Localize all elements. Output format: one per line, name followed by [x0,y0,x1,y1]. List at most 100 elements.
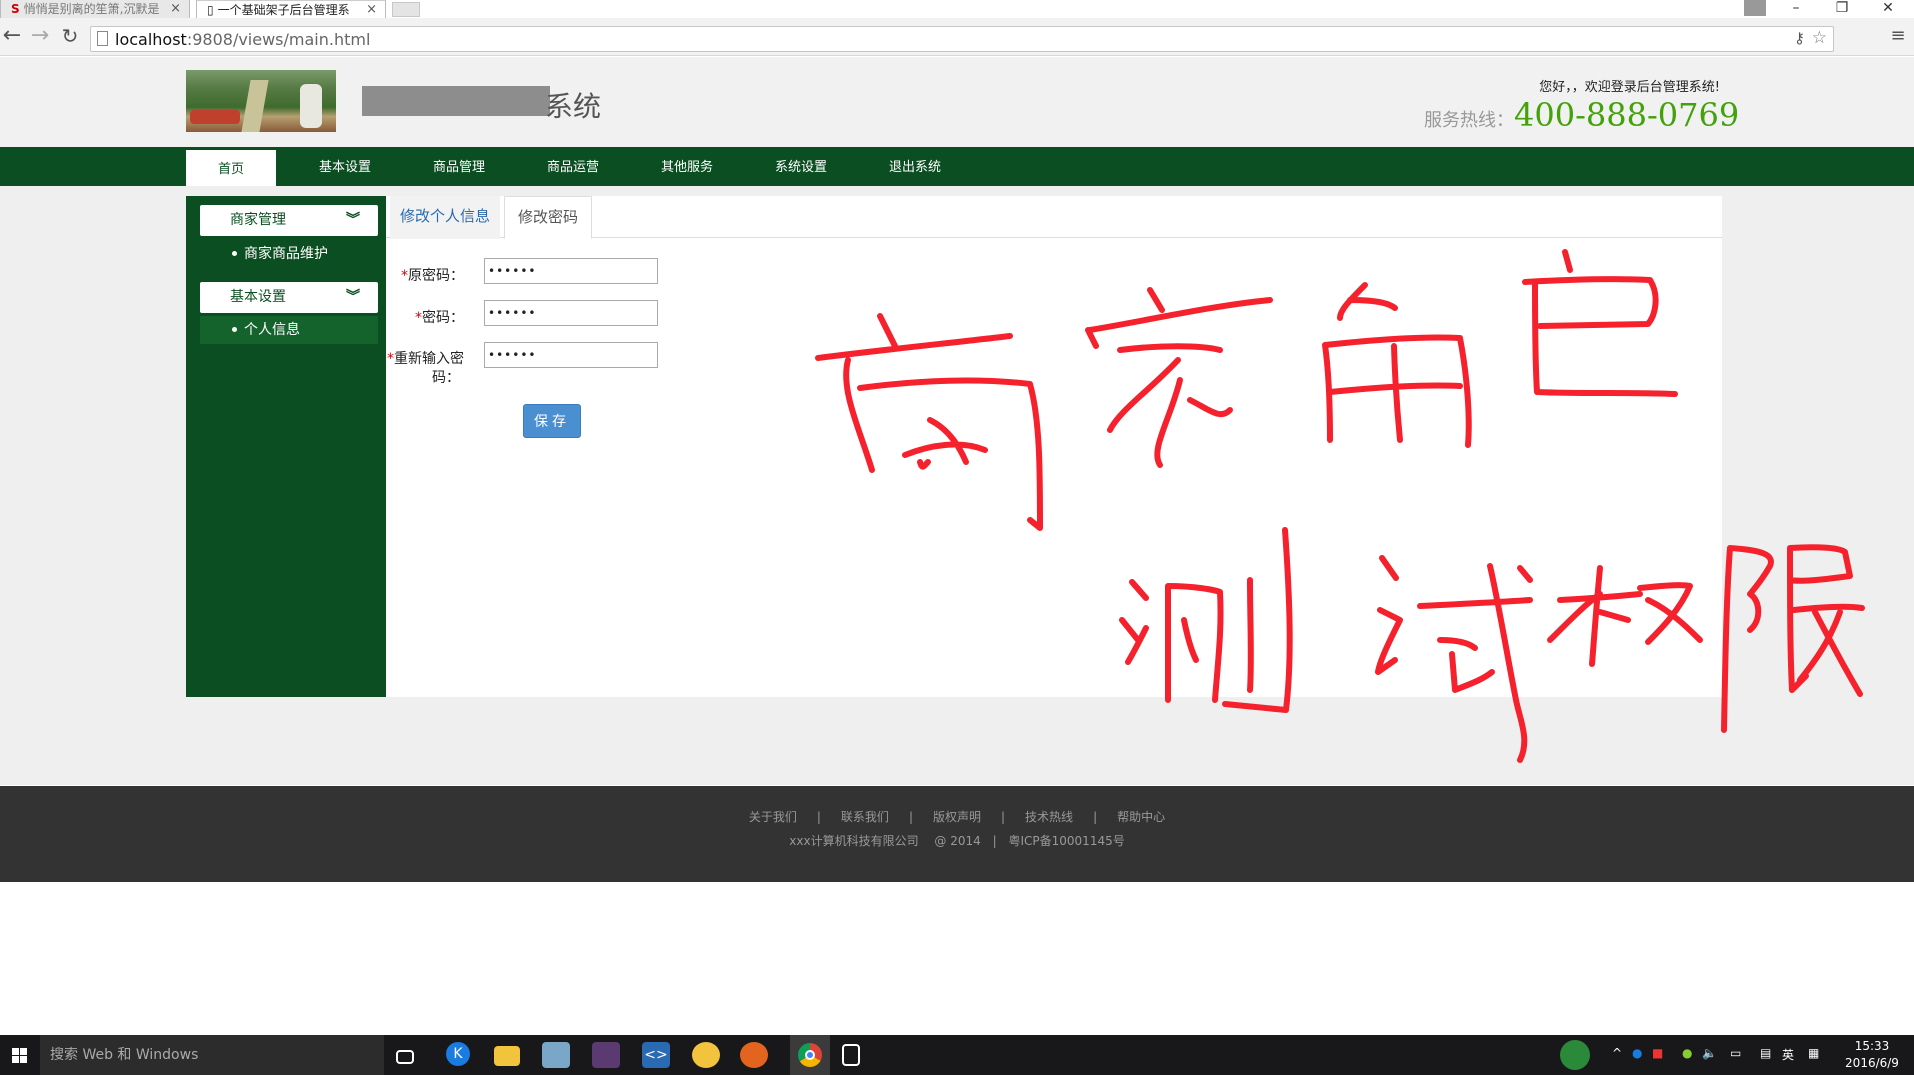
site-title: 系统 [545,90,602,123]
required-mark: * [401,268,408,284]
nav-item-logout[interactable]: 退出系统 [870,150,960,186]
page-icon: ▯ [207,3,214,17]
task-view-icon[interactable] [396,1050,414,1064]
confirm-password-label: *重新输入密 码： [374,350,464,388]
tray-expand-icon[interactable]: ^ [1612,1046,1622,1060]
url-host: localhost [115,30,187,49]
new-password-label: *密码： [374,307,464,327]
nav-item-product-management[interactable]: 商品管理 [414,150,504,186]
k-app-icon[interactable]: K [446,1042,470,1066]
sidebar-group-merchant[interactable]: 商家管理 ︾ [200,205,378,236]
bullet-icon [232,327,237,332]
separator: | [1001,810,1006,824]
browser-tab-2[interactable]: ▯ 一个基础架子后台管理系 × [196,0,386,18]
key-icon[interactable]: ⚷ [1794,29,1805,47]
page-icon [97,31,108,46]
windows-logo-icon [12,1048,27,1063]
user-profile-icon[interactable] [1744,0,1766,16]
welcome-text: 您好，，欢迎登录后台管理系统! [1539,80,1720,95]
chrome-icon[interactable] [790,1035,830,1075]
code-editor-icon[interactable]: <> [642,1042,670,1068]
save-button[interactable]: 保存 [523,404,581,438]
notepad-icon[interactable] [542,1042,570,1068]
new-password-field[interactable]: •••••• [484,300,658,326]
nav-item-basic-settings[interactable]: 基本设置 [300,150,390,186]
nav-item-home[interactable]: 首页 [186,150,276,186]
tray-green-icon[interactable]: ● [1682,1046,1692,1060]
sidebar-item-label: 商家商品维护 [244,246,328,262]
firefox-icon[interactable] [740,1042,768,1068]
label-text: 码： [432,370,460,386]
confirm-password-field[interactable]: •••••• [484,342,658,368]
bullet-icon [232,251,237,256]
redacted-title-block [362,86,550,116]
file-explorer-icon[interactable] [494,1046,520,1066]
tray-clock[interactable]: 15:33 2016/6/9 [1836,1038,1908,1072]
double-chevron-down-icon: ︾ [346,289,360,305]
close-icon[interactable]: × [366,1,377,18]
footer-link-contact[interactable]: 联系我们 [841,810,889,824]
notification-icon[interactable]: ▤ [1760,1046,1771,1060]
footer-link-copyright[interactable]: 版权声明 [933,810,981,824]
site-favicon-icon: S [11,2,20,16]
footer-link-help[interactable]: 帮助中心 [1117,810,1165,824]
footer-links: 关于我们 | 联系我们 | 版权声明 | 技术热线 | 帮助中心 [0,808,1914,825]
footer-link-hotline[interactable]: 技术热线 [1025,810,1073,824]
url-text: localhost:9808/views/main.html [115,30,370,49]
browser-tab-title: 一个基础架子后台管理系 [217,3,350,17]
monitor-app-icon[interactable] [1560,1040,1590,1070]
nav-item-other-services[interactable]: 其他服务 [642,150,732,186]
icp-number: 粤ICP备10001145号 [1008,834,1125,848]
network-icon[interactable]: ▭ [1730,1046,1741,1060]
old-password-field[interactable]: •••••• [484,258,658,284]
sidebar: 商家管理 ︾ 商家商品维护 基本设置 ︾ 个人信息 [186,196,386,697]
address-bar[interactable]: localhost:9808/views/main.html ⚷ ☆ [90,26,1834,52]
sidebar-item-personal-info[interactable]: 个人信息 [200,316,378,344]
bookmark-star-icon[interactable]: ☆ [1812,28,1827,48]
separator: | [908,810,913,824]
label-text: 重新输入密 [394,351,464,367]
tray-app-icon[interactable]: ■ [1652,1046,1663,1060]
forward-arrow-icon[interactable]: → [28,22,52,50]
tab-edit-profile[interactable]: 修改个人信息 [390,196,500,239]
ime-indicator[interactable]: 英 [1782,1046,1794,1063]
footer-link-about[interactable]: 关于我们 [749,810,797,824]
label-text: 原密码： [408,268,464,284]
hotline-label: 服务热线： [1424,110,1514,131]
separator: | [816,810,821,824]
nav-item-product-operations[interactable]: 商品运营 [528,150,618,186]
sidebar-item-label: 个人信息 [244,322,300,338]
reload-icon[interactable]: ↻ [58,22,82,50]
calculator-icon[interactable] [842,1044,860,1066]
game-app-icon[interactable] [592,1042,620,1068]
new-tab-button[interactable] [392,2,420,17]
browser-tab-1[interactable]: S 悄悄是别离的笙箫,沉默是 × [0,0,190,18]
double-chevron-down-icon: ︾ [346,212,360,228]
back-arrow-icon[interactable]: ← [0,22,24,50]
clock-time: 15:33 [1854,1039,1890,1053]
start-button[interactable] [0,1035,40,1075]
taskbar-search[interactable]: 搜索 Web 和 Windows [40,1035,384,1075]
url-path: :9808/views/main.html [186,30,371,49]
tab-change-password[interactable]: 修改密码 [504,196,592,239]
sidebar-group-basic-settings[interactable]: 基本设置 ︾ [200,282,378,313]
menu-icon[interactable]: ≡ [1886,22,1910,50]
footer-copyright: xxx计算机科技有限公司 @ 2014 | 粤ICP备10001145号 [0,832,1914,849]
qq-icon[interactable] [692,1042,720,1068]
required-mark: * [415,310,422,326]
nav-item-system-settings[interactable]: 系统设置 [756,150,846,186]
minimize-button[interactable]: – [1774,0,1818,18]
old-password-label: *原密码： [374,265,464,285]
separator: | [1093,810,1098,824]
restore-button[interactable]: ❐ [1820,0,1864,18]
action-center-icon[interactable]: ▦ [1808,1046,1819,1060]
copyright-year: @ 2014 [934,834,981,848]
volume-icon[interactable]: 🔈 [1702,1046,1717,1060]
close-window-button[interactable]: ✕ [1866,0,1910,18]
separator: | [992,834,997,848]
clock-date: 2016/6/9 [1845,1056,1899,1070]
tray-k-icon[interactable]: ● [1632,1046,1642,1060]
close-icon[interactable]: × [170,0,181,18]
logo-image [186,70,336,132]
sidebar-item-merchant-products[interactable]: 商家商品维护 [200,240,378,268]
